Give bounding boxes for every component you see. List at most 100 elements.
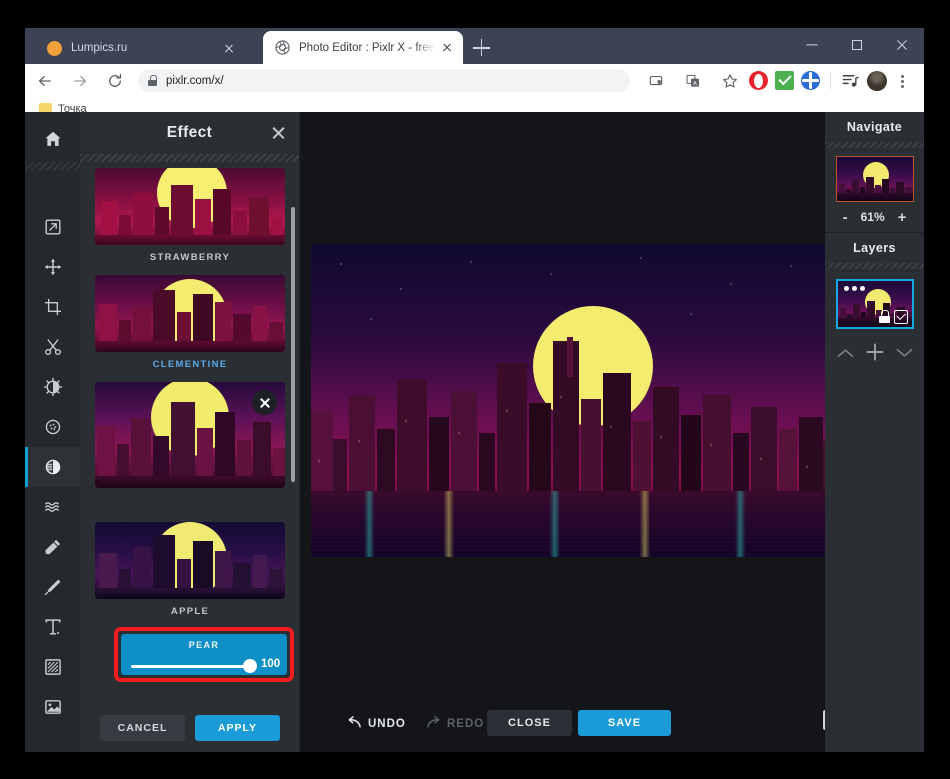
cancel-button[interactable]: CANCEL bbox=[100, 715, 185, 741]
url-input[interactable]: pixlr.com/x/ bbox=[138, 69, 630, 92]
effect-remove-icon[interactable] bbox=[252, 390, 277, 415]
effect-strength-slider-panel[interactable]: PEAR 100 bbox=[121, 634, 287, 675]
undo-button[interactable]: UNDO bbox=[347, 716, 406, 732]
opera-icon[interactable] bbox=[749, 71, 768, 90]
avatar-icon[interactable] bbox=[867, 70, 887, 91]
draw-icon[interactable] bbox=[25, 567, 80, 607]
plus-icon[interactable] bbox=[866, 343, 884, 362]
window-maximize-button[interactable] bbox=[834, 28, 879, 62]
pixlr-app: Effect STRAWBERRY CLEMENTINE APPLE CANCE… bbox=[25, 112, 924, 752]
effect-list-scrollbar[interactable] bbox=[291, 207, 295, 482]
image-canvas[interactable] bbox=[311, 244, 841, 557]
apply-button[interactable]: APPLY bbox=[195, 715, 280, 741]
canvas-area[interactable]: UNDO REDO CLOSE SAVE ❯ bbox=[301, 112, 843, 752]
window-controls bbox=[789, 28, 924, 64]
left-toolbar bbox=[25, 112, 80, 752]
text-icon[interactable] bbox=[25, 607, 80, 647]
slider-knob[interactable] bbox=[243, 659, 257, 673]
effect-label: CLEMENTINE bbox=[152, 359, 228, 370]
undo-arrow-icon bbox=[347, 716, 362, 732]
effect-item-strawberry[interactable]: STRAWBERRY bbox=[95, 168, 285, 269]
bookmark-star-icon[interactable] bbox=[715, 66, 745, 96]
effect-panel-footer: CANCEL APPLY bbox=[80, 704, 300, 752]
tab-strip: Lumpics.ru Photo Editor : Pixlr X - free… bbox=[25, 28, 924, 64]
chevron-up-icon[interactable] bbox=[837, 344, 854, 361]
move-icon[interactable] bbox=[25, 247, 80, 287]
tab-close-icon[interactable] bbox=[439, 40, 455, 56]
tab-close-icon[interactable] bbox=[221, 40, 237, 56]
effect-thumbnail bbox=[95, 275, 285, 352]
reload-icon[interactable] bbox=[100, 66, 130, 96]
forward-arrow-icon[interactable] bbox=[65, 66, 95, 96]
redo-arrow-icon bbox=[426, 716, 441, 732]
panel-close-icon[interactable] bbox=[271, 125, 286, 140]
address-bar: pixlr.com/x/ A bbox=[25, 64, 924, 97]
toning-icon[interactable] bbox=[25, 527, 80, 567]
effect-thumbnail bbox=[95, 382, 285, 488]
omnibox-actions: A bbox=[636, 66, 749, 96]
new-tab-button[interactable] bbox=[473, 39, 491, 57]
crop-icon[interactable] bbox=[25, 287, 80, 327]
panel-title: Effect bbox=[166, 124, 213, 141]
chevron-down-icon[interactable] bbox=[896, 344, 913, 361]
navigator-thumbnail[interactable] bbox=[835, 156, 914, 202]
green-check-icon[interactable] bbox=[775, 71, 794, 90]
close-button[interactable]: CLOSE bbox=[487, 710, 572, 736]
lock-icon bbox=[148, 75, 157, 86]
cutout-icon[interactable] bbox=[25, 327, 80, 367]
tab-title: Lumpics.ru bbox=[71, 42, 128, 54]
zoom-controls: - 61% + bbox=[825, 202, 924, 232]
shape-icon[interactable] bbox=[25, 647, 80, 687]
bottom-toolbar: UNDO REDO CLOSE SAVE ❯ bbox=[301, 700, 843, 752]
reading-list-icon[interactable] bbox=[841, 71, 860, 90]
effect-list[interactable]: STRAWBERRY CLEMENTINE APPLE bbox=[80, 162, 300, 707]
save-button[interactable]: SAVE bbox=[578, 710, 671, 736]
browser-tab-lumpics[interactable]: Lumpics.ru bbox=[35, 32, 245, 64]
effect-item-apple[interactable]: APPLE bbox=[95, 522, 285, 623]
dots-icon[interactable] bbox=[843, 286, 865, 291]
lock-icon[interactable] bbox=[878, 310, 890, 323]
effect-label: STRAWBERRY bbox=[149, 252, 231, 263]
browser-tab-pixlr[interactable]: Photo Editor : Pixlr X - free image bbox=[263, 31, 463, 64]
zoom-out-button[interactable]: - bbox=[843, 209, 848, 226]
effect-item-clementine[interactable]: CLEMENTINE bbox=[95, 275, 285, 376]
arrange-icon[interactable] bbox=[25, 207, 80, 247]
chrome-menu-icon[interactable] bbox=[894, 72, 910, 90]
toolbar-hatch-divider bbox=[25, 162, 80, 171]
url-text: pixlr.com/x/ bbox=[166, 74, 224, 87]
globe-icon[interactable] bbox=[801, 71, 820, 90]
zoom-in-button[interactable]: + bbox=[898, 209, 907, 226]
effect-icon[interactable] bbox=[25, 447, 80, 487]
back-arrow-icon[interactable] bbox=[30, 66, 60, 96]
pixlr-favicon-icon bbox=[275, 40, 290, 55]
toolbar-divider bbox=[830, 72, 831, 89]
slider-track[interactable] bbox=[131, 665, 253, 668]
undo-label: UNDO bbox=[368, 718, 406, 730]
cast-icon[interactable] bbox=[641, 66, 671, 96]
extension-icons bbox=[749, 70, 924, 91]
navigate-hatch-divider bbox=[825, 142, 924, 148]
window-minimize-button[interactable] bbox=[789, 28, 834, 62]
window-close-button[interactable] bbox=[879, 28, 924, 62]
liquify-icon[interactable] bbox=[25, 487, 80, 527]
layers-hatch-divider bbox=[825, 263, 924, 269]
redo-button[interactable]: REDO bbox=[426, 716, 484, 732]
adjust-icon[interactable] bbox=[25, 367, 80, 407]
reflection-streaks bbox=[311, 491, 841, 557]
translate-icon[interactable]: A bbox=[678, 66, 708, 96]
home-icon[interactable] bbox=[25, 116, 80, 162]
svg-text:A: A bbox=[693, 81, 697, 87]
window-lights-layer bbox=[311, 341, 841, 491]
layer-item[interactable] bbox=[835, 279, 914, 329]
slider-row[interactable]: 100 bbox=[131, 658, 281, 673]
right-panel: Navigate - 61% + Layers bbox=[825, 112, 924, 752]
checkbox-checked-icon[interactable] bbox=[893, 310, 908, 324]
add-image-icon[interactable] bbox=[25, 687, 80, 727]
effect-item-pear[interactable] bbox=[95, 382, 285, 488]
layers-title: Layers bbox=[853, 241, 896, 255]
navigate-title: Navigate bbox=[846, 120, 903, 134]
retouch-icon[interactable] bbox=[25, 407, 80, 447]
slider-value: 100 bbox=[261, 658, 281, 670]
toolbar-gap bbox=[25, 727, 80, 779]
